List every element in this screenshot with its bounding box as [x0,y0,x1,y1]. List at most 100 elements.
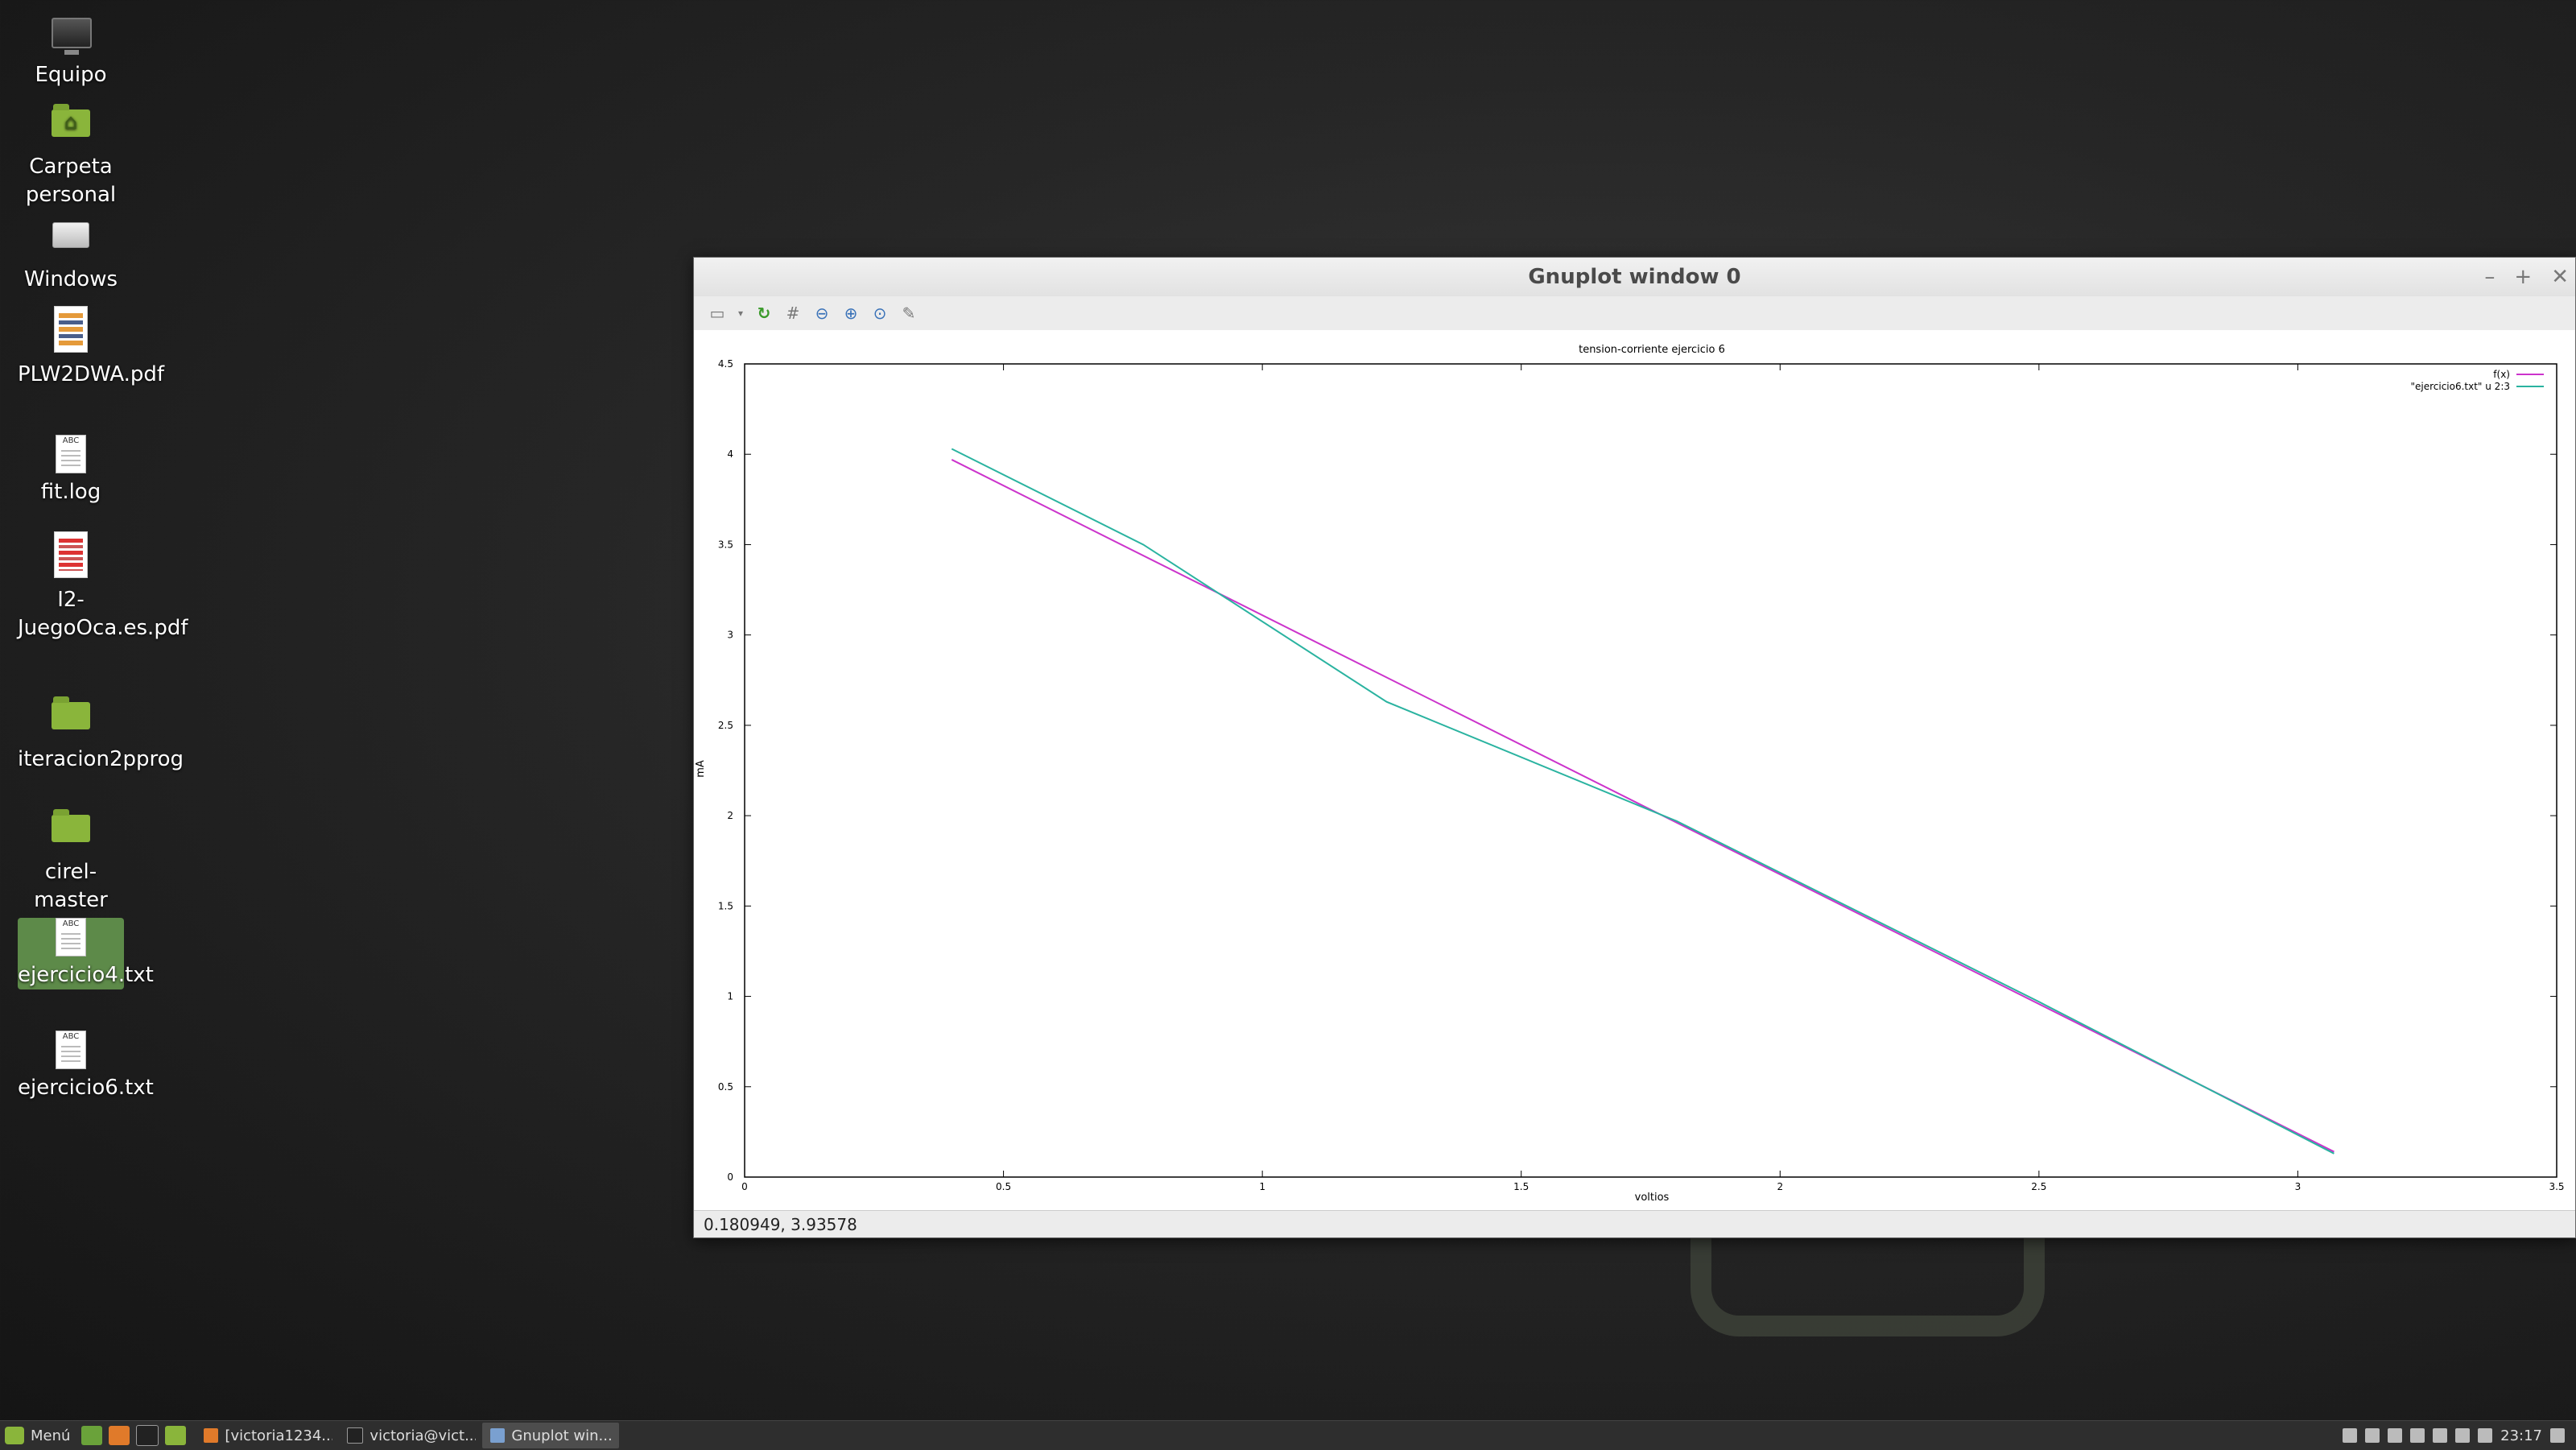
gnuplot-window: Gnuplot window 0 – + ✕ ▭ ▾ ↻ # ⊖ ⊕ ⊙ ✎ t… [693,257,2576,1238]
show-desktop-icon[interactable] [2550,1428,2565,1443]
battery-icon[interactable] [2433,1428,2448,1443]
user-icon[interactable] [2343,1428,2358,1443]
home-folder-icon [52,104,90,148]
files-icon[interactable] [165,1426,187,1445]
terminal-icon [347,1427,364,1444]
y-tick-label: 3.5 [718,539,733,550]
grid-icon[interactable]: # [782,303,803,324]
task-browser[interactable]: [victoria1234... [196,1423,332,1448]
plot-border [744,363,2557,1178]
x-axis-label: voltios [1635,1192,1670,1204]
folder-icon [52,696,90,741]
desktop-icon-cirel-master[interactable]: cirel-master [18,807,124,915]
folder-icon [52,809,90,853]
desktop-icon-label: I2-JuegoOca.es.pdf [18,588,188,640]
x-tick-label: 2.5 [2031,1181,2046,1192]
shield-icon[interactable] [2455,1428,2471,1443]
firefox-icon[interactable] [109,1426,130,1445]
plot-area[interactable]: tension-corriente ejercicio 6 voltios mA… [694,330,2575,1209]
desktop-icon-windows[interactable]: Windows [18,213,124,294]
menu-label: Menú [31,1427,71,1444]
y-tick-label: 4.5 [718,358,733,370]
autoscale-icon[interactable]: ⊙ [869,303,890,324]
legend-label: f(x) [2493,369,2510,380]
window-titlebar[interactable]: Gnuplot window 0 – + ✕ [694,258,2575,296]
maximize-button[interactable]: + [2514,265,2532,289]
desktop-icon-equipo[interactable]: Equipo [18,13,124,89]
pdf-icon [52,531,90,581]
x-tick-label: 1 [1259,1181,1265,1192]
status-bar: 0.180949, 3.93578 [694,1210,2575,1237]
drive-icon [52,222,90,261]
task-label: victoria@vict... [369,1427,477,1444]
task-label: Gnuplot win... [511,1427,613,1444]
terminal-icon[interactable] [136,1425,159,1446]
y-tick-label: 4 [727,448,733,460]
desktop-icon-label: Equipo [35,63,107,87]
computer-icon [52,18,92,56]
desktop-icon-plw2dwa-pdf[interactable]: PLW2DWA.pdf [18,306,164,389]
text-file-icon: ABC [52,1031,90,1069]
toolbar: ▭ ▾ ↻ # ⊖ ⊕ ⊙ ✎ [694,296,2575,331]
x-tick-label: 0.5 [996,1181,1011,1192]
y-tick-label: 3 [727,630,733,641]
desktop-icon-label: PLW2DWA.pdf [18,362,165,386]
replot-icon[interactable]: ↻ [753,303,774,324]
cursor-coordinates: 0.180949, 3.93578 [704,1215,857,1234]
menu-button[interactable]: Menú [0,1421,78,1450]
gnuplot-icon [490,1428,506,1443]
desktop-icon-label: iteracion2pprog [18,747,184,771]
desktop-icon-carpeta-personal[interactable]: Carpeta personal [18,101,124,209]
y-tick-label: 0 [727,1171,733,1183]
y-tick-label: 1.5 [718,900,733,911]
firefox-icon [204,1428,219,1443]
series-line-0 [951,459,2334,1153]
pdf-icon [52,306,90,356]
desktop-icon-label: cirel-master [34,860,108,912]
y-tick-label: 2 [727,810,733,821]
clock[interactable]: 23:17 [2500,1427,2542,1444]
desktop-icon-label: Windows [23,267,118,291]
desktop-icon-label: Carpeta personal [25,155,117,207]
text-file-icon: ABC [52,435,90,473]
x-tick-label: 3.5 [2549,1181,2564,1192]
x-tick-label: 2 [1777,1181,1783,1192]
y-tick-label: 1 [727,991,733,1002]
desktop-icon-label: fit.log [40,480,101,504]
x-tick-label: 1.5 [1513,1181,1529,1192]
update-icon[interactable] [2365,1428,2380,1443]
desktop-icon-ejercicio4-txt[interactable]: ABC ejercicio4.txt [18,918,154,989]
legend-label: "ejercicio6.txt" u 2:3 [2410,381,2510,392]
x-tick-label: 0 [741,1181,748,1192]
zoom-prev-icon[interactable]: ⊖ [811,303,832,324]
zoom-next-icon[interactable]: ⊕ [840,303,861,324]
x-tick-label: 3 [2295,1181,2301,1192]
chart-title: tension-corriente ejercicio 6 [1579,344,1725,356]
desktop-icon-iteracion2pprog[interactable]: iteracion2pprog [18,694,184,774]
desktop-icon-juegooca-pdf[interactable]: I2-JuegoOca.es.pdf [18,531,188,642]
desktop-icon-label: ejercicio6.txt [18,1076,154,1100]
minimize-button[interactable]: – [2484,265,2495,289]
y-tick-label: 2.5 [718,720,733,731]
wifi-icon[interactable] [2388,1428,2403,1443]
close-button[interactable]: ✕ [2551,265,2569,289]
y-axis-label: mA [695,760,707,778]
config-icon[interactable]: ✎ [898,303,919,324]
system-tray: 23:17 [2343,1427,2576,1444]
volume-icon[interactable] [2410,1428,2425,1443]
desktop-icon-ejercicio6-txt[interactable]: ABC ejercicio6.txt [18,1031,154,1102]
bluetooth-icon[interactable] [2478,1428,2493,1443]
y-tick-label: 0.5 [718,1081,733,1093]
text-file-icon: ABC [52,918,90,956]
taskbar: Menú [victoria1234... victoria@vict... G… [0,1420,2576,1450]
window-title: Gnuplot window 0 [1528,265,1741,289]
desktop-icon-fit-log[interactable]: ABC fit.log [18,435,124,506]
chevron-down-icon[interactable]: ▾ [736,303,745,324]
task-terminal[interactable]: victoria@vict... [339,1423,476,1448]
show-desktop-icon[interactable] [81,1426,103,1445]
mint-logo-icon [5,1427,24,1444]
export-icon[interactable]: ▭ [707,303,728,324]
task-label: [victoria1234... [225,1427,333,1444]
task-gnuplot[interactable]: Gnuplot win... [482,1423,620,1448]
desktop-icon-label: ejercicio4.txt [18,963,154,987]
